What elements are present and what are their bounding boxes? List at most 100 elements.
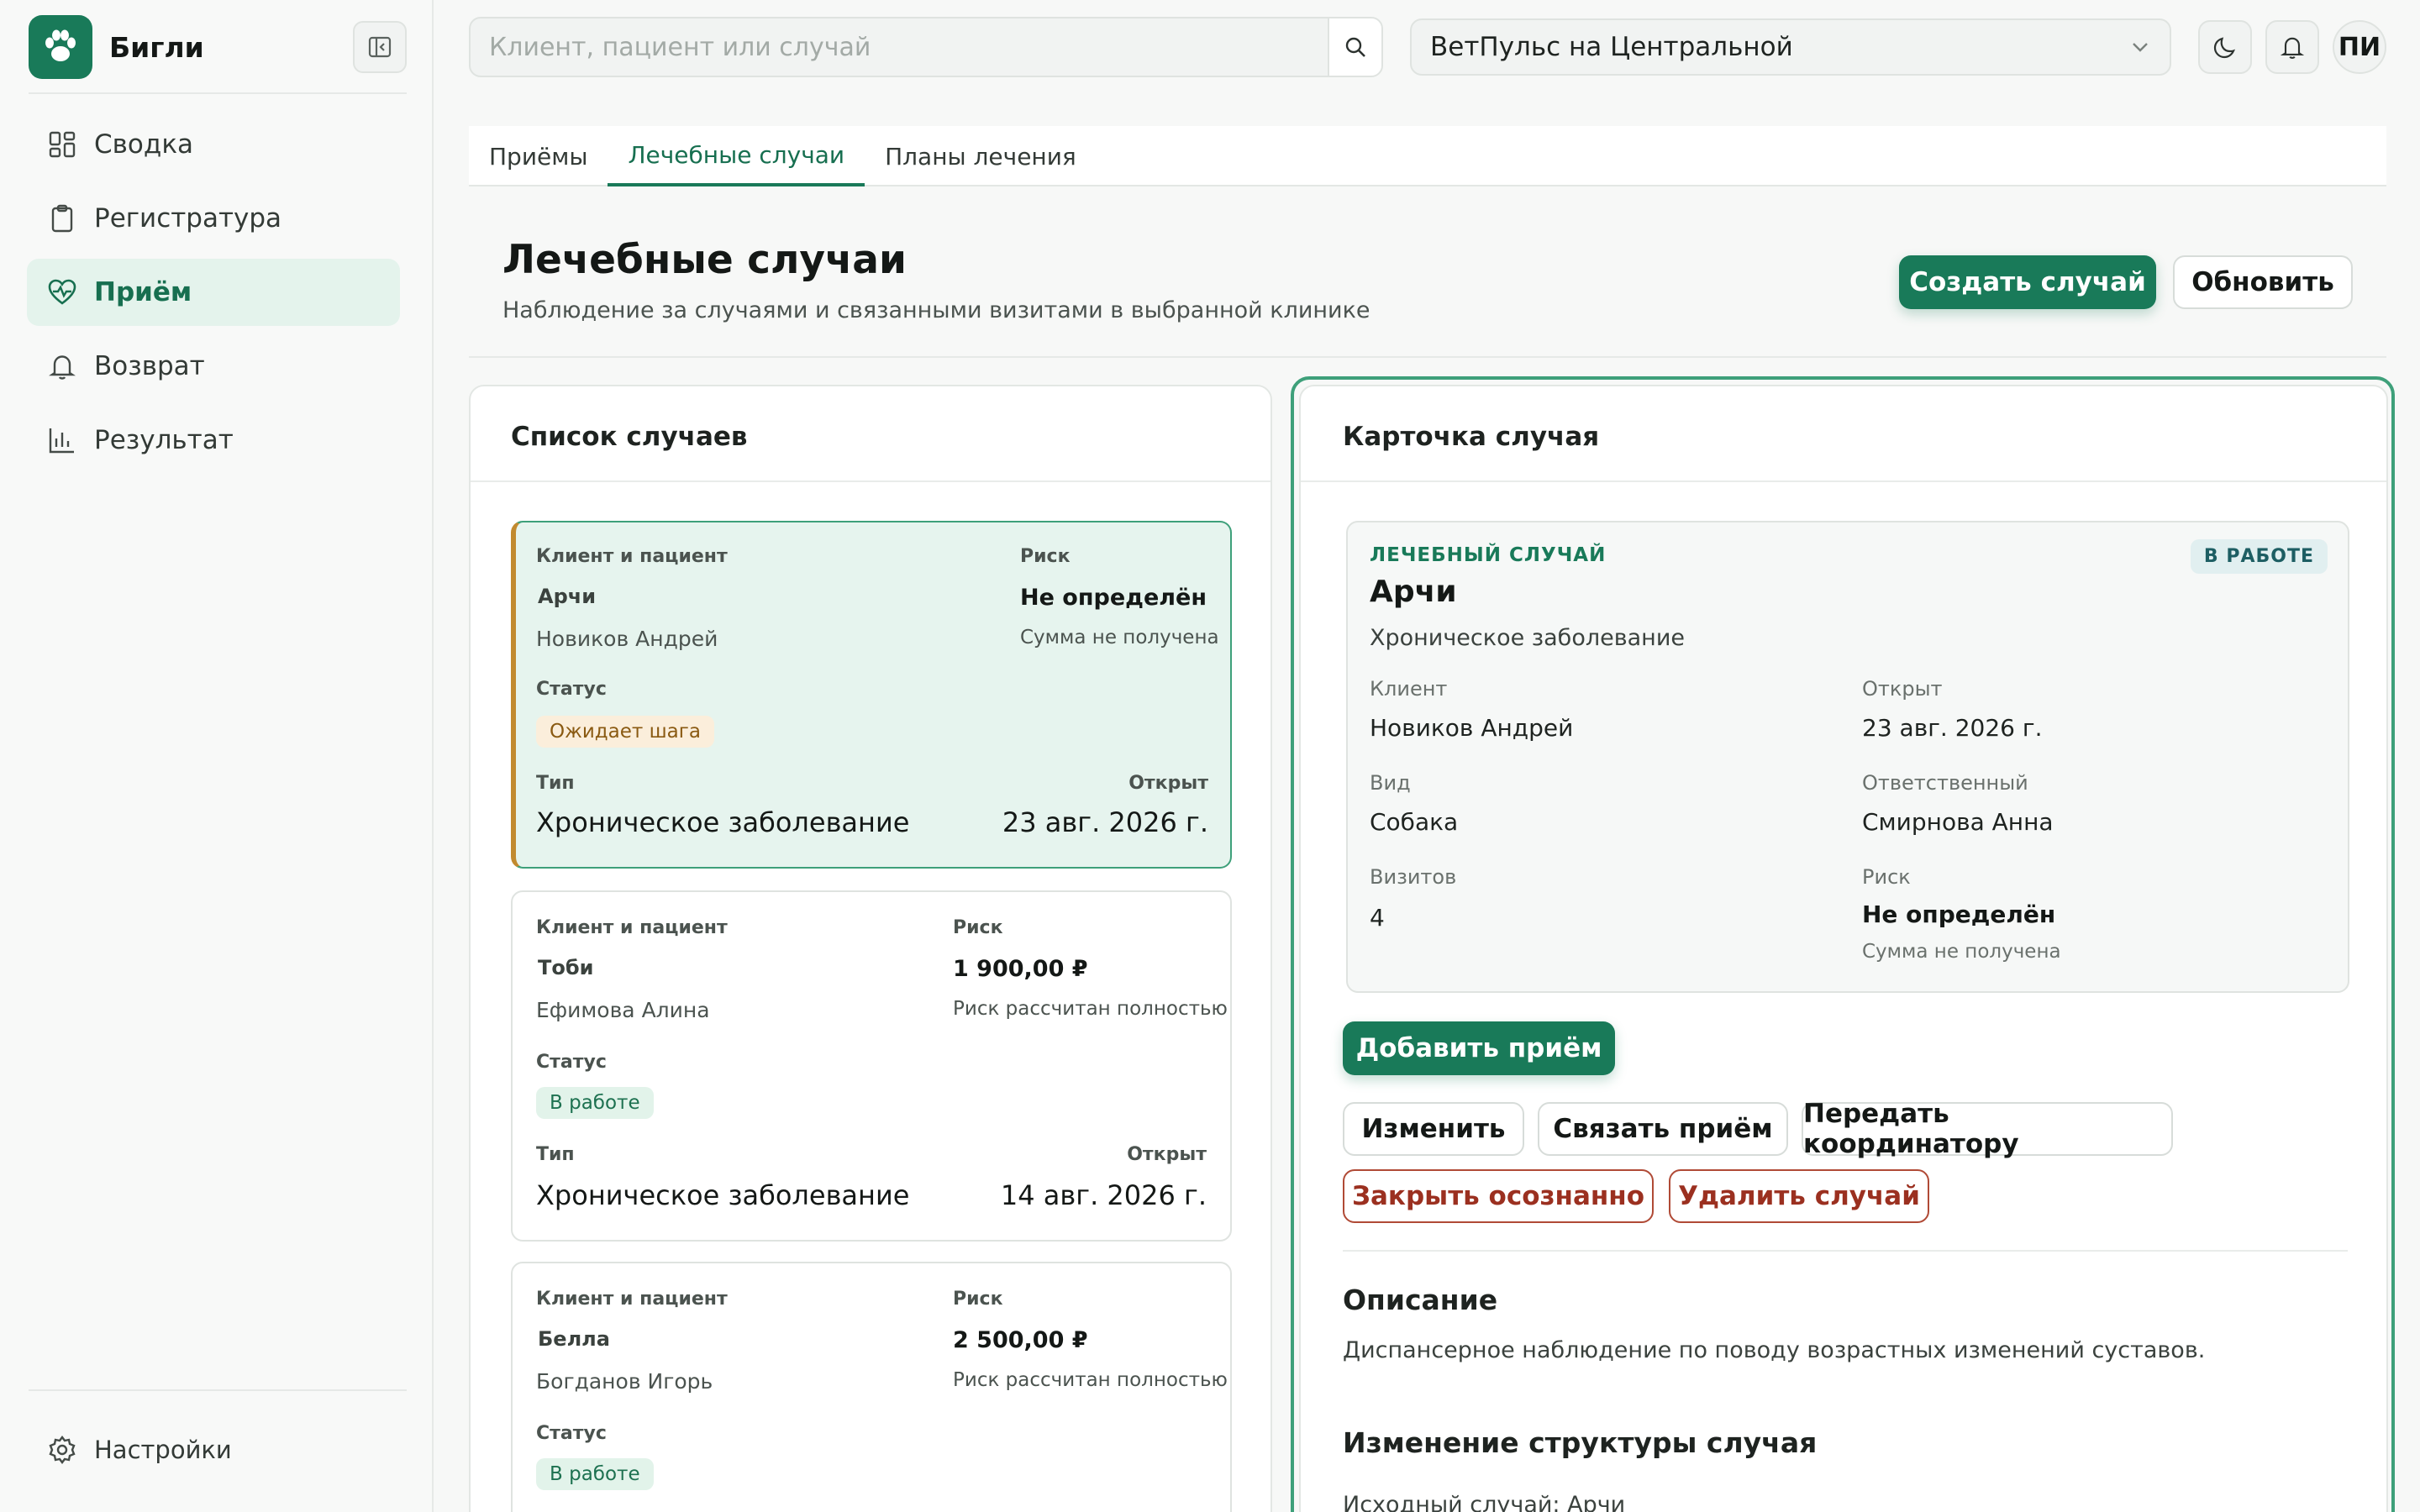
sidebar-divider: [29, 92, 407, 94]
search-button[interactable]: [1328, 18, 1381, 76]
risk-value: 1 900,00 ₽: [953, 956, 1088, 982]
risk-note: Риск рассчитан полностью: [953, 998, 1228, 1020]
brand[interactable]: Бигли: [29, 15, 407, 79]
visits-value: 4: [1370, 904, 1385, 932]
search-input[interactable]: [471, 18, 1328, 76]
heart-pulse-icon: [45, 276, 79, 309]
edit-case-button[interactable]: Изменить: [1343, 1102, 1524, 1156]
sidebar-item-label: Приём: [94, 277, 192, 307]
owner-name: Богданов Игорь: [536, 1369, 713, 1394]
status-label: Статус: [536, 679, 607, 700]
sidebar-item-registry[interactable]: Регистратура: [27, 185, 400, 252]
dashboard-icon: [45, 128, 79, 161]
bell-icon: [45, 349, 79, 383]
sidebar-collapse-icon: [368, 36, 392, 58]
risk-label: Риск: [1020, 546, 1071, 567]
structure-title: Изменение структуры случая: [1343, 1426, 1818, 1459]
panel-divider: [471, 480, 1270, 482]
sidebar-divider: [29, 1389, 407, 1391]
opened-date: 14 авг. 2026 г.: [1000, 1179, 1207, 1211]
tab-treatment-cases[interactable]: Лечебные случаи: [608, 126, 865, 186]
case-detail-title: Карточка случая: [1343, 422, 1600, 452]
sidebar-item-settings[interactable]: Настройки: [27, 1416, 400, 1483]
create-case-button[interactable]: Создать случай: [1899, 255, 2156, 309]
section-divider: [1343, 1250, 2348, 1252]
responsible-value: Смирнова Анна: [1862, 808, 2054, 836]
status-label: Статус: [536, 1052, 607, 1073]
case-summary-card: ЛЕЧЕБНЫЙ СЛУЧАЙ В РАБОТЕ Арчи Хроническо…: [1346, 521, 2349, 993]
bar-chart-icon: [45, 423, 79, 457]
theme-toggle-button[interactable]: [2198, 20, 2252, 74]
opened-label: Открыт: [1127, 1144, 1207, 1165]
link-visit-button[interactable]: Связать приём: [1538, 1102, 1788, 1156]
bell-icon: [2280, 37, 2305, 59]
search-icon: [1345, 37, 1365, 57]
clipboard-icon: [45, 202, 79, 235]
tab-appointments[interactable]: Приёмы: [469, 126, 608, 186]
case-card[interactable]: Клиент и пациент Белла Богданов Игорь Ри…: [511, 1262, 1232, 1512]
risk-label: Риск: [1862, 865, 1911, 889]
sidebar-item-label: Результат: [94, 425, 234, 455]
opened-date: 23 авг. 2026 г.: [1002, 806, 1208, 838]
case-card[interactable]: Клиент и пациент Тоби Ефимова Алина Риск…: [511, 890, 1232, 1242]
description-title: Описание: [1343, 1284, 1498, 1316]
sidebar-nav: Сводка Регистратура Приём Возврат Резуль…: [27, 111, 400, 480]
sidebar-item-label: Возврат: [94, 351, 205, 381]
structure-note: Исходный случай: Арчи: [1343, 1492, 1626, 1512]
pet-name: Тоби: [538, 956, 594, 979]
sidebar-item-return[interactable]: Возврат: [27, 333, 400, 400]
species-value: Собака: [1370, 808, 1459, 836]
client-pet-label: Клиент и пациент: [536, 1289, 728, 1310]
opened-label: Открыт: [1862, 677, 1943, 701]
client-pet-label: Клиент и пациент: [536, 917, 728, 938]
collapse-sidebar-button[interactable]: [353, 21, 407, 73]
client-pet-label: Клиент и пациент: [536, 546, 728, 567]
tab-bar: Приёмы Лечебные случаи Планы лечения: [469, 126, 2386, 186]
client-value: Новиков Андрей: [1370, 714, 1574, 742]
paw-logo-icon: [29, 15, 92, 79]
page-title: Лечебные случаи: [502, 237, 907, 283]
chevron-down-icon: [2133, 43, 2148, 52]
status-badge: Ожидает шага: [536, 716, 714, 748]
sidebar-item-label: Регистратура: [94, 203, 282, 234]
case-type: Хроническое заболевание: [536, 1179, 910, 1211]
delete-case-button[interactable]: Удалить случай: [1669, 1169, 1929, 1223]
case-card[interactable]: Клиент и пациент Арчи Новиков Андрей Рис…: [511, 521, 1232, 869]
add-visit-button[interactable]: Добавить приём: [1343, 1021, 1615, 1075]
status-badge: В работе: [536, 1087, 654, 1119]
risk-note: Сумма не получена: [1862, 941, 2061, 963]
user-avatar[interactable]: ПИ: [2333, 20, 2386, 74]
refresh-button[interactable]: Обновить: [2173, 255, 2353, 309]
transfer-coordinator-button[interactable]: Передать координатору: [1802, 1099, 2173, 1159]
risk-label: Риск: [953, 1289, 1003, 1310]
risk-value: 2 500,00 ₽: [953, 1327, 1088, 1353]
case-list-panel: Список случаев Клиент и пациент Арчи Нов…: [469, 385, 1272, 1512]
app-name: Бигли: [109, 30, 204, 64]
visits-label: Визитов: [1370, 865, 1457, 889]
status-badge: В работе: [536, 1458, 654, 1490]
notifications-button[interactable]: [2265, 20, 2319, 74]
owner-name: Ефимова Алина: [536, 998, 710, 1022]
responsible-label: Ответственный: [1862, 771, 2028, 795]
global-search: [469, 17, 1383, 77]
gear-icon: [45, 1433, 79, 1467]
sidebar-item-result[interactable]: Результат: [27, 407, 400, 474]
type-label: Тип: [536, 773, 575, 794]
opened-value: 23 авг. 2026 г.: [1862, 714, 2043, 742]
clinic-select[interactable]: ВетПульс на Центральной: [1410, 18, 2171, 76]
panel-divider: [1301, 480, 2386, 482]
sidebar-item-reception[interactable]: Приём: [27, 259, 400, 326]
case-list-title: Список случаев: [511, 422, 748, 452]
opened-label: Открыт: [1128, 773, 1208, 794]
status-badge: В РАБОТЕ: [2190, 539, 2328, 574]
clinic-select-value: ВетПульс на Центральной: [1430, 32, 1793, 62]
description-text: Диспансерное наблюдение по поводу возрас…: [1343, 1337, 2206, 1363]
tab-treatment-plans[interactable]: Планы лечения: [865, 126, 1097, 186]
sidebar: Бигли Сводка Регистратура Приём Возврат …: [0, 0, 434, 1512]
header-divider: [469, 356, 2386, 358]
owner-name: Новиков Андрей: [536, 627, 718, 651]
risk-value: Не определён: [1862, 900, 2056, 928]
pet-name: Белла: [538, 1327, 610, 1351]
sidebar-item-summary[interactable]: Сводка: [27, 111, 400, 178]
close-case-button[interactable]: Закрыть осознанно: [1343, 1169, 1654, 1223]
